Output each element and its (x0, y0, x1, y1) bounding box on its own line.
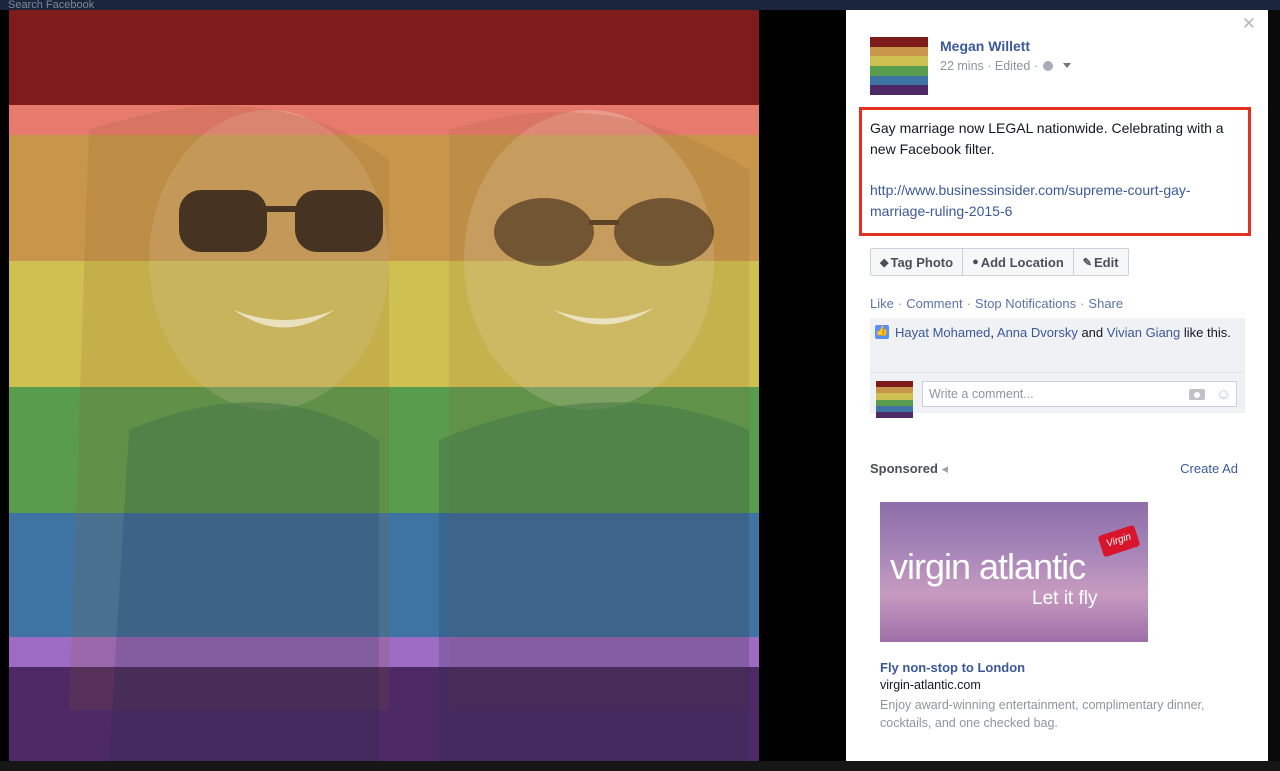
likes-suffix: like this. (1183, 325, 1231, 340)
sponsored-heading: Sponsored ◂ (870, 461, 948, 477)
like-link[interactable]: Like (870, 296, 894, 311)
avatar[interactable] (870, 37, 928, 95)
post-link[interactable]: http://www.businessinsider.com/supreme-c… (870, 180, 1250, 222)
globe-icon (1043, 61, 1054, 71)
liker-link[interactable]: Vivian Giang (1107, 325, 1180, 340)
camera-icon[interactable] (1189, 389, 1205, 400)
ad-tagline: Let it fly (1032, 588, 1098, 609)
post-author-name[interactable]: Megan Willett (940, 38, 1030, 54)
search-input[interactable]: Search Facebook (8, 0, 568, 10)
bottom-bar (0, 761, 1280, 771)
thumbs-up-icon: 👍 (875, 325, 889, 339)
create-ad-link[interactable]: Create Ad (1180, 461, 1238, 476)
post-actions: Like · Comment · Stop Notifications · Share (870, 296, 1124, 311)
selfie-silhouettes (69, 106, 749, 761)
post-status-text: Gay marriage now LEGAL nationwide. Celeb… (870, 120, 1224, 157)
post-meta: 22 mins · Edited · (940, 59, 1071, 73)
ad-description: Enjoy award-winning entertainment, compl… (880, 698, 1205, 730)
profile-photo-rainbow-filter (9, 10, 759, 761)
ad-domain: virgin-atlantic.com (880, 678, 981, 692)
add-location-label: Add Location (980, 254, 1064, 270)
liker-link[interactable]: Anna Dvorsky (997, 325, 1078, 340)
virgin-logo: Virgin (1097, 524, 1141, 558)
megaphone-icon: ◂ (941, 461, 949, 476)
tag-photo-button[interactable]: ◆ Tag Photo (871, 249, 964, 275)
location-pin-icon: ● (972, 256, 979, 268)
add-location-button[interactable]: ● Add Location (963, 249, 1074, 275)
edit-button[interactable]: ✎ Edit (1074, 249, 1128, 275)
comment-link[interactable]: Comment (906, 296, 962, 311)
post-timestamp: 22 mins · Edited · (940, 59, 1038, 73)
stop-notifications-link[interactable]: Stop Notifications (975, 296, 1076, 311)
edit-label: Edit (1093, 254, 1119, 270)
ad-image[interactable]: Virgin virgin atlantic Let it fly (880, 502, 1148, 642)
close-icon[interactable]: ✕ (1242, 14, 1256, 34)
tag-photo-label: Tag Photo (890, 254, 954, 270)
emoji-icon[interactable]: ☺ (1216, 386, 1231, 403)
ad-brand-text: virgin atlantic (890, 546, 1086, 587)
likes-summary: 👍 Hayat Mohamed, Anna Dvorsky and Vivian… (870, 318, 1245, 372)
liker-link[interactable]: Hayat Mohamed (895, 325, 990, 340)
photo-action-buttons: ◆ Tag Photo ● Add Location ✎ Edit (870, 248, 1129, 276)
tag-icon: ◆ (880, 256, 889, 269)
pencil-icon: ✎ (1082, 256, 1092, 269)
ad-title-link[interactable]: Fly non-stop to London (880, 660, 1025, 675)
photo-viewer (0, 10, 846, 761)
likes-text: Hayat Mohamed, Anna Dvorsky and Vivian G… (895, 325, 1231, 340)
share-link[interactable]: Share (1088, 296, 1123, 311)
sponsored-label: Sponsored (870, 461, 938, 476)
chevron-down-icon[interactable] (1062, 63, 1071, 68)
avatar (876, 381, 913, 418)
likes-and: and (1081, 325, 1104, 340)
post-sidebar: ✕ Megan Willett 22 mins · Edited · Gay m… (846, 10, 1268, 761)
comment-composer: Write a comment... ☺ (870, 372, 1245, 418)
